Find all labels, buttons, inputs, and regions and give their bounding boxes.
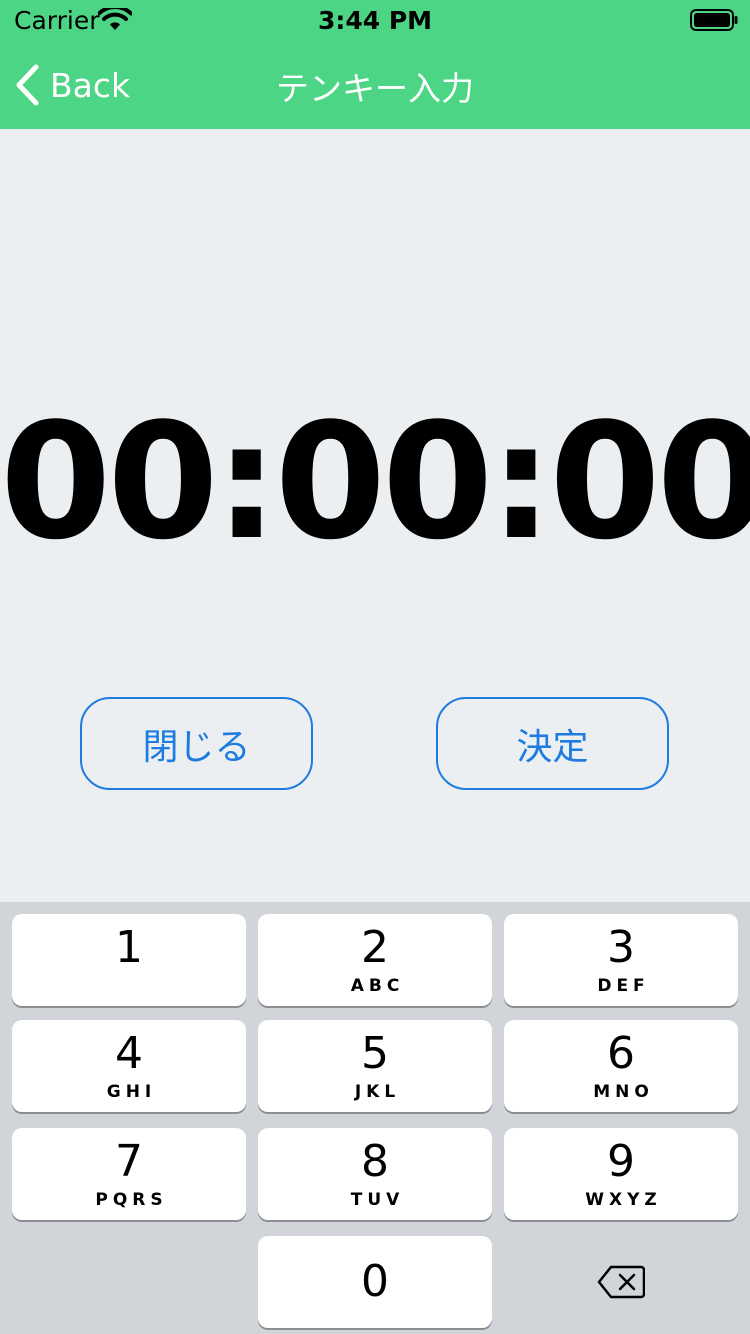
key-letters: MNO bbox=[593, 1082, 654, 1102]
key-letters: WXYZ bbox=[585, 1190, 662, 1210]
key-6[interactable]: 6 MNO bbox=[504, 1020, 738, 1112]
key-5[interactable]: 5 JKL bbox=[258, 1020, 492, 1112]
navigation-bar: Back テンキー入力 bbox=[0, 40, 750, 129]
close-button[interactable]: 閉じる bbox=[80, 697, 313, 790]
delete-icon bbox=[597, 1265, 645, 1299]
key-digit: 8 bbox=[361, 1136, 389, 1187]
key-digit: 2 bbox=[361, 922, 389, 973]
key-digit: 1 bbox=[115, 922, 143, 973]
delete-key[interactable] bbox=[504, 1236, 738, 1328]
numeric-keypad: 1 2 ABC 3 DEF 4 GHI 5 JKL 6 MNO 7 PQRS 8… bbox=[0, 902, 750, 1334]
key-digit: 5 bbox=[361, 1028, 389, 1079]
key-letters: DEF bbox=[597, 976, 650, 996]
key-3[interactable]: 3 DEF bbox=[504, 914, 738, 1006]
key-0[interactable]: 0 bbox=[258, 1236, 492, 1328]
key-7[interactable]: 7 PQRS bbox=[12, 1128, 246, 1220]
status-bar: Carrier 3:44 PM bbox=[0, 0, 750, 40]
key-digit: 7 bbox=[115, 1136, 143, 1187]
key-digit: 6 bbox=[607, 1028, 635, 1079]
confirm-button[interactable]: 決定 bbox=[436, 697, 669, 790]
key-letters: PQRS bbox=[95, 1190, 168, 1210]
key-digit: 3 bbox=[607, 922, 635, 973]
key-digit: 4 bbox=[115, 1028, 143, 1079]
battery-icon bbox=[690, 9, 738, 31]
key-letters: GHI bbox=[106, 1082, 157, 1102]
timer-display: 00:00:00 bbox=[0, 388, 750, 575]
key-digit: 9 bbox=[607, 1136, 635, 1187]
key-letters: ABC bbox=[350, 976, 405, 996]
key-letters: JKL bbox=[354, 1082, 401, 1102]
status-time: 3:44 PM bbox=[317, 6, 433, 35]
key-8[interactable]: 8 TUV bbox=[258, 1128, 492, 1220]
page-title: テンキー入力 bbox=[276, 69, 474, 108]
key-1[interactable]: 1 bbox=[12, 914, 246, 1006]
key-9[interactable]: 9 WXYZ bbox=[504, 1128, 738, 1220]
key-4[interactable]: 4 GHI bbox=[12, 1020, 246, 1112]
key-2[interactable]: 2 ABC bbox=[258, 914, 492, 1006]
key-letters: TUV bbox=[350, 1190, 405, 1210]
key-digit: 0 bbox=[361, 1256, 389, 1307]
